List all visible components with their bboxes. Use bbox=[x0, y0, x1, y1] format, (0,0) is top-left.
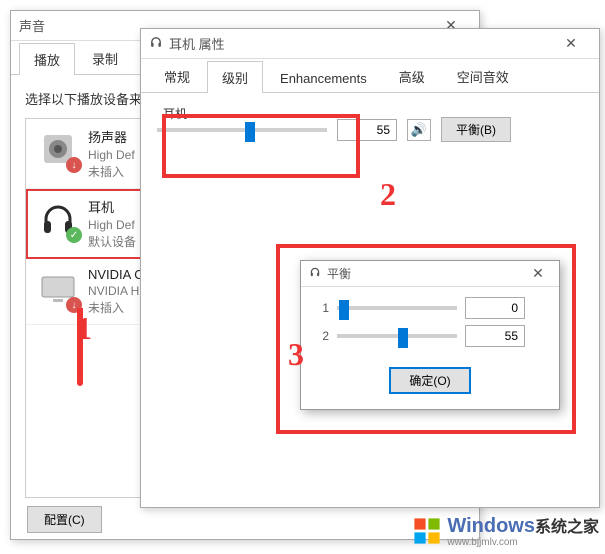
tab-playback[interactable]: 播放 bbox=[19, 43, 75, 75]
headset-icon bbox=[149, 35, 163, 52]
tab-spatial[interactable]: 空间音效 bbox=[442, 60, 524, 92]
arrow-down-icon: ↓ bbox=[66, 297, 82, 313]
monitor-icon: ↓ bbox=[36, 267, 80, 311]
tab-levels[interactable]: 级别 bbox=[207, 61, 263, 93]
level-label: 耳机 bbox=[163, 105, 187, 122]
close-icon[interactable]: ✕ bbox=[525, 260, 551, 288]
headset-icon bbox=[309, 266, 321, 281]
balance-slider-2[interactable] bbox=[337, 327, 457, 345]
channel-label: 1 bbox=[315, 301, 329, 315]
tab-general[interactable]: 常规 bbox=[149, 60, 205, 92]
tab-recording[interactable]: 录制 bbox=[77, 42, 133, 74]
balance-dialog: 平衡 ✕ 1 2 确定(O) bbox=[300, 260, 560, 410]
watermark: Windows系统之家 www.bjjmlv.com bbox=[413, 513, 599, 548]
watermark-url: www.bjjmlv.com bbox=[447, 538, 599, 548]
volume-value[interactable] bbox=[337, 119, 397, 141]
level-row: 耳机 🔊 平衡(B) bbox=[157, 103, 583, 142]
balance-titlebar[interactable]: 平衡 ✕ bbox=[301, 261, 559, 287]
device-name: NVIDIA O bbox=[88, 267, 144, 282]
close-icon[interactable]: ✕ bbox=[551, 30, 591, 58]
balance-channel-row: 1 bbox=[315, 297, 545, 319]
balance-slider-1[interactable] bbox=[337, 299, 457, 317]
balance-channel-row: 2 bbox=[315, 325, 545, 347]
speaker-icon: ↓ bbox=[36, 127, 80, 171]
device-status: 默认设备 bbox=[88, 233, 136, 250]
device-name: 耳机 bbox=[88, 197, 136, 216]
device-status: 未插入 bbox=[88, 163, 135, 180]
device-name: 扬声器 bbox=[88, 127, 135, 146]
configure-button[interactable]: 配置(C) bbox=[27, 506, 102, 533]
device-sub: High Def bbox=[88, 148, 135, 162]
balance-value-1[interactable] bbox=[465, 297, 525, 319]
channel-label: 2 bbox=[315, 329, 329, 343]
properties-title: 耳机 属性 bbox=[169, 34, 225, 53]
balance-button[interactable]: 平衡(B) bbox=[441, 117, 511, 142]
volume-slider[interactable] bbox=[157, 121, 327, 139]
arrow-down-icon: ↓ bbox=[66, 157, 82, 173]
device-status: 未插入 bbox=[88, 299, 144, 316]
properties-titlebar[interactable]: 耳机 属性 ✕ bbox=[141, 29, 599, 59]
balance-value-2[interactable] bbox=[465, 325, 525, 347]
balance-title: 平衡 bbox=[327, 265, 351, 282]
device-sub: High Def bbox=[88, 218, 136, 232]
windows-logo-icon bbox=[413, 517, 441, 545]
properties-tabs: 常规 级别 Enhancements 高级 空间音效 bbox=[141, 59, 599, 93]
tab-advanced[interactable]: 高级 bbox=[384, 60, 440, 92]
tab-enhancements[interactable]: Enhancements bbox=[265, 64, 382, 92]
check-icon: ✓ bbox=[66, 227, 82, 243]
watermark-brand: Windows bbox=[447, 515, 535, 537]
ok-button[interactable]: 确定(O) bbox=[389, 367, 470, 394]
watermark-sub: 系统之家 bbox=[535, 519, 599, 536]
sound-title: 声音 bbox=[19, 16, 45, 35]
device-sub: NVIDIA H bbox=[88, 284, 144, 298]
headset-icon: ✓ bbox=[36, 197, 80, 241]
speaker-volume-icon[interactable]: 🔊 bbox=[407, 119, 431, 141]
